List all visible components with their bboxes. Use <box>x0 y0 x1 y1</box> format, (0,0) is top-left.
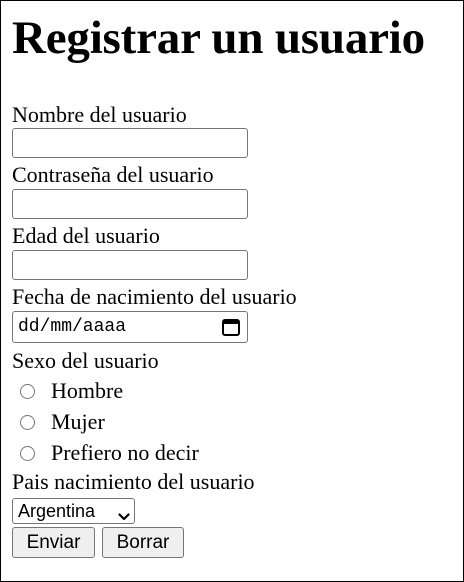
username-input[interactable] <box>12 128 248 158</box>
sex-option-hombre[interactable]: Hombre <box>20 378 123 404</box>
password-input[interactable] <box>12 189 248 219</box>
radio-button[interactable] <box>20 445 35 461</box>
sex-label: Sexo del usuario <box>12 348 159 373</box>
submit-button[interactable]: Enviar <box>12 527 95 558</box>
country-select[interactable]: Argentina <box>12 498 135 524</box>
reset-button[interactable]: Borrar <box>102 527 184 558</box>
birthdate-input[interactable]: dd/mm/aaaa <box>12 311 248 343</box>
age-input[interactable] <box>12 250 248 280</box>
page-title: Registrar un usuario <box>12 12 425 64</box>
age-label: Edad del usuario <box>12 223 160 248</box>
chevron-down-icon <box>118 506 130 521</box>
radio-label: Mujer <box>51 409 105 434</box>
page-frame: Registrar un usuario Nombre del usuario … <box>0 0 464 582</box>
username-label: Nombre del usuario <box>12 102 187 127</box>
radio-button[interactable] <box>20 414 35 430</box>
radio-label: Prefiero no decir <box>51 440 199 465</box>
radio-label: Hombre <box>51 378 124 403</box>
country-label: Pais nacimiento del usuario <box>12 469 255 494</box>
birthdate-label: Fecha de nacimiento del usuario <box>12 284 297 309</box>
radio-button[interactable] <box>20 383 35 399</box>
country-selected-value: Argentina <box>18 500 96 521</box>
password-label: Contraseña del usuario <box>12 162 214 187</box>
birthdate-placeholder: dd/mm/aaaa <box>18 317 127 337</box>
sex-option-prefiero-no-decir[interactable]: Prefiero no decir <box>20 440 199 466</box>
sex-option-mujer[interactable]: Mujer <box>20 409 105 435</box>
calendar-icon[interactable] <box>221 317 241 337</box>
